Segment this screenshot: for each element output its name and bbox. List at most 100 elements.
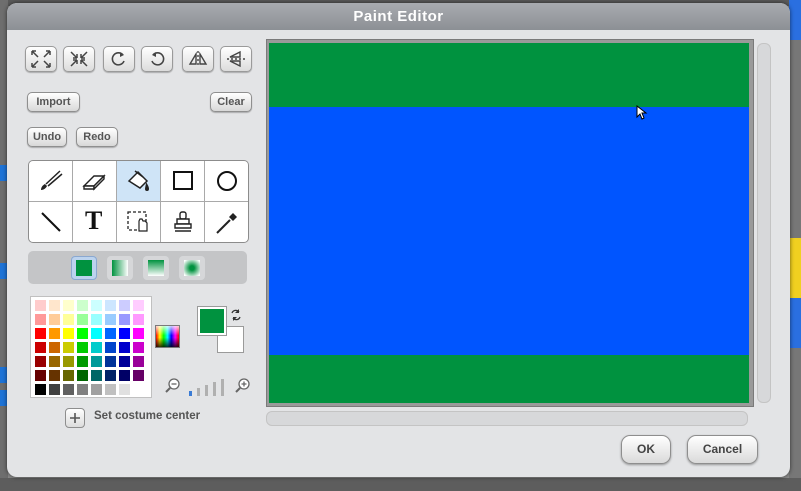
palette-swatch[interactable] <box>35 384 46 395</box>
horizontal-scrollbar[interactable] <box>266 411 748 426</box>
palette-swatch[interactable] <box>119 356 130 367</box>
palette-swatch[interactable] <box>63 342 74 353</box>
palette-swatch[interactable] <box>49 384 60 395</box>
palette-swatch[interactable] <box>63 314 74 325</box>
clear-button[interactable]: Clear <box>210 92 252 112</box>
palette-swatch[interactable] <box>63 384 74 395</box>
vertical-scrollbar[interactable] <box>757 43 771 403</box>
palette-swatch[interactable] <box>119 370 130 381</box>
palette-swatch[interactable] <box>63 370 74 381</box>
palette-swatch[interactable] <box>35 300 46 311</box>
palette-swatch[interactable] <box>49 370 60 381</box>
foreground-color-swatch[interactable] <box>197 306 227 336</box>
palette-swatch[interactable] <box>119 300 130 311</box>
undo-button[interactable]: Undo <box>27 127 67 147</box>
palette-swatch[interactable] <box>35 328 46 339</box>
palette-swatch[interactable] <box>119 342 130 353</box>
eraser-tool[interactable] <box>73 161 116 201</box>
paint-bucket-tool[interactable] <box>117 161 160 201</box>
palette-swatch[interactable] <box>91 328 102 339</box>
palette-swatch[interactable] <box>133 356 144 367</box>
flip-vertical-icon <box>227 50 245 68</box>
palette-swatch[interactable] <box>77 370 88 381</box>
text-tool[interactable]: T <box>73 202 116 242</box>
fill-solid-button[interactable] <box>71 256 97 280</box>
palette-swatch[interactable] <box>91 370 102 381</box>
palette-swatch[interactable] <box>91 300 102 311</box>
palette-swatch[interactable] <box>105 300 116 311</box>
eyedropper-tool[interactable] <box>205 202 248 242</box>
palette-swatch[interactable] <box>91 314 102 325</box>
cancel-button[interactable]: Cancel <box>687 435 758 464</box>
palette-swatch[interactable] <box>49 300 60 311</box>
zoom-in-icon[interactable] <box>235 378 251 394</box>
palette-swatch[interactable] <box>49 314 60 325</box>
rotate-right-button[interactable] <box>103 46 135 72</box>
background-block <box>789 238 801 298</box>
palette-swatch[interactable] <box>105 342 116 353</box>
paintbrush-tool[interactable] <box>29 161 72 201</box>
palette-swatch[interactable] <box>63 300 74 311</box>
palette-swatch[interactable] <box>35 356 46 367</box>
stamp-icon <box>174 211 192 232</box>
line-tool[interactable] <box>29 202 72 242</box>
zoom-out-icon[interactable] <box>165 378 181 394</box>
palette-swatch[interactable] <box>133 370 144 381</box>
title-bar[interactable]: Paint Editor <box>7 3 790 30</box>
palette-swatch[interactable] <box>77 328 88 339</box>
palette-swatch[interactable] <box>105 328 116 339</box>
radial-gradient-icon <box>184 260 200 276</box>
flip-vertical-button[interactable] <box>220 46 252 72</box>
palette-swatch[interactable] <box>63 328 74 339</box>
palette-swatch[interactable] <box>77 356 88 367</box>
palette-swatch[interactable] <box>91 356 102 367</box>
palette-swatch[interactable] <box>77 300 88 311</box>
color-spectrum-picker[interactable] <box>155 325 180 348</box>
stamp-tool[interactable] <box>161 202 204 242</box>
set-costume-center-label: Set costume center <box>94 410 201 422</box>
palette-swatch[interactable] <box>35 314 46 325</box>
palette-swatch[interactable] <box>49 342 60 353</box>
palette-swatch[interactable] <box>105 384 116 395</box>
palette-swatch[interactable] <box>133 300 144 311</box>
palette-swatch[interactable] <box>77 314 88 325</box>
palette-swatch[interactable] <box>35 342 46 353</box>
flip-horizontal-button[interactable] <box>182 46 214 72</box>
drawing-canvas[interactable] <box>269 43 749 403</box>
redo-button[interactable]: Redo <box>76 127 118 147</box>
rotate-left-icon <box>151 52 165 66</box>
palette-swatch[interactable] <box>133 342 144 353</box>
ellipse-tool[interactable] <box>205 161 248 201</box>
palette-swatch[interactable] <box>133 314 144 325</box>
grow-button[interactable] <box>25 46 57 72</box>
palette-swatch[interactable] <box>49 356 60 367</box>
palette-swatch[interactable] <box>105 314 116 325</box>
palette-swatch[interactable] <box>77 384 88 395</box>
palette-swatch[interactable] <box>91 384 102 395</box>
swap-colors-icon[interactable] <box>229 308 243 322</box>
palette-swatch[interactable] <box>77 342 88 353</box>
palette-swatch[interactable] <box>105 370 116 381</box>
palette-swatch[interactable] <box>119 384 130 395</box>
text-icon: T <box>85 206 103 235</box>
palette-swatch[interactable] <box>105 356 116 367</box>
palette-swatch[interactable] <box>119 314 130 325</box>
palette-swatch[interactable] <box>119 328 130 339</box>
palette-swatch[interactable] <box>133 384 144 395</box>
ok-button[interactable]: OK <box>621 435 671 464</box>
rectangle-tool[interactable] <box>161 161 204 201</box>
palette-swatch[interactable] <box>49 328 60 339</box>
rotate-left-button[interactable] <box>141 46 173 72</box>
select-tool[interactable] <box>117 202 160 242</box>
fill-vertical-gradient-button[interactable] <box>143 256 169 280</box>
palette-swatch[interactable] <box>133 328 144 339</box>
fill-radial-gradient-button[interactable] <box>179 256 205 280</box>
palette-swatch[interactable] <box>63 356 74 367</box>
palette-swatch[interactable] <box>91 342 102 353</box>
import-button[interactable]: Import <box>27 92 80 112</box>
palette-swatch[interactable] <box>35 370 46 381</box>
zoom-level-bars[interactable] <box>187 378 231 396</box>
shrink-button[interactable] <box>63 46 95 72</box>
fill-horizontal-gradient-button[interactable] <box>107 256 133 280</box>
set-costume-center-button[interactable] <box>65 408 85 428</box>
